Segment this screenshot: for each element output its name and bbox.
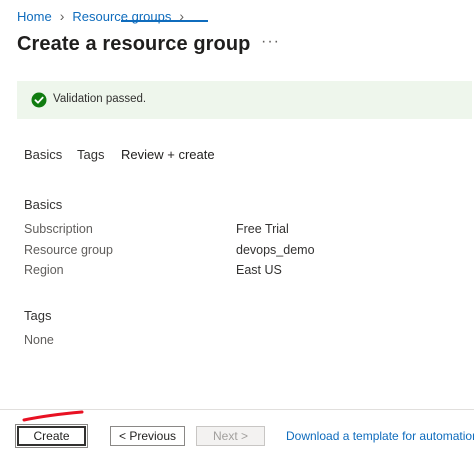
subscription-label: Subscription (24, 222, 93, 236)
create-button[interactable]: Create (15, 424, 88, 448)
validation-message: Validation passed. (53, 93, 147, 105)
chevron-right-icon: › (59, 8, 65, 24)
validation-banner: Validation passed. (17, 81, 472, 119)
region-value: East US (236, 263, 282, 277)
active-tab-indicator (121, 20, 208, 22)
breadcrumb-home-link[interactable]: Home (17, 9, 52, 24)
page-title: Create a resource group (17, 33, 251, 55)
check-circle-icon (31, 92, 47, 108)
tab-basics[interactable]: Basics (24, 147, 62, 162)
tab-review-create[interactable]: Review + create (121, 147, 215, 162)
download-template-link[interactable]: Download a template for automation (286, 429, 474, 443)
previous-button[interactable]: < Previous (110, 426, 185, 446)
more-options-icon[interactable]: ··· (261, 33, 280, 51)
next-button[interactable]: Next > (196, 426, 265, 446)
tab-tags[interactable]: Tags (77, 147, 104, 162)
red-annotation-mark (22, 410, 84, 422)
resource-group-label: Resource group (24, 243, 113, 257)
subscription-value: Free Trial (236, 222, 289, 236)
region-label: Region (24, 263, 64, 277)
resource-group-value: devops_demo (236, 243, 315, 257)
basics-section-heading: Basics (24, 197, 63, 212)
tags-section-heading: Tags (24, 308, 52, 323)
tags-value: None (24, 333, 54, 347)
